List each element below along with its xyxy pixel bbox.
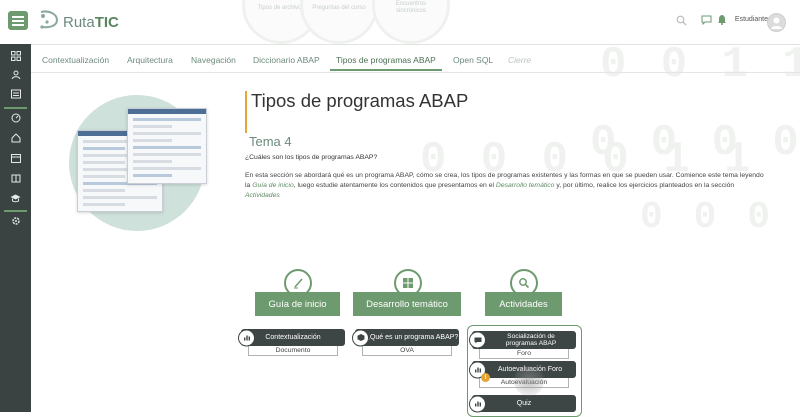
cube-icon — [352, 329, 369, 346]
magnifier-glyph — [519, 278, 530, 289]
calendar-icon — [10, 154, 21, 163]
active-tab-indicator — [330, 69, 442, 71]
intro-question: ¿Cuáles son los tipos de programas ABAP? — [245, 154, 378, 161]
link-desarrollo-tematico[interactable]: Desarrollo temático — [496, 182, 555, 189]
card-subtitle: Foro — [479, 349, 569, 359]
home-icon — [11, 133, 20, 143]
news-icon — [10, 89, 21, 99]
card-quiz[interactable]: Quiz — [469, 395, 576, 412]
tab-open-sql[interactable]: Open SQL — [453, 55, 493, 65]
sidebar-item-gauge[interactable] — [0, 108, 31, 128]
tab-diccionario-abap[interactable]: Diccionario ABAP — [253, 55, 320, 65]
top-bar: RutaTIC Tipos de archivos Preguntas del … — [0, 0, 800, 44]
card-title: Contextualización — [265, 333, 321, 341]
tab-contextualizacion[interactable]: Contextualización — [42, 55, 109, 65]
sidebar-item-graduation[interactable] — [0, 188, 31, 208]
ruta-tic-logo[interactable]: RutaTIC — [37, 8, 119, 34]
sidebar-item-settings[interactable] — [0, 211, 31, 231]
settings-icon — [11, 217, 20, 225]
ghost-nav-label-2: Preguntas del curso — [312, 5, 366, 11]
sidebar-item-home[interactable] — [0, 128, 31, 148]
gauge-icon — [11, 113, 20, 123]
page-title: Tipos de programas ABAP — [251, 90, 469, 111]
bell-icon[interactable] — [717, 14, 727, 25]
mouse-cursor-highlight — [514, 366, 544, 396]
intro-text-3: y, por último, realice los ejercicios pl… — [554, 182, 735, 189]
chat-icon[interactable] — [701, 15, 712, 25]
link-actividades[interactable]: Actividades — [245, 192, 280, 199]
sap-screenshot-front — [127, 108, 207, 184]
tab-arquitectura[interactable]: Arquitectura — [127, 55, 173, 65]
binary-background-row-4: 0 0 0 — [640, 196, 775, 239]
user-avatar[interactable] — [767, 13, 786, 32]
user-avatar-icon — [771, 17, 782, 29]
tab-cierre: Cierre — [508, 55, 532, 65]
ghost-nav-circle-3[interactable]: Encuentros sincrónicos — [372, 0, 450, 44]
card-subtitle: Documento — [248, 346, 338, 356]
sidebar-item-library[interactable] — [0, 168, 31, 188]
chart-icon — [238, 329, 255, 346]
sidebar-item-news[interactable] — [0, 84, 31, 104]
graduation-cap-icon — [10, 194, 21, 203]
dashboard-icon — [10, 51, 21, 61]
top-bar-divider — [31, 44, 800, 45]
intro-paragraph: En esta sección se abordará qué es un pr… — [245, 171, 765, 201]
tab-navegacion[interactable]: Navegación — [191, 55, 236, 65]
card-socializacion[interactable]: Socialización de programas ABAP Foro — [469, 331, 576, 359]
hamburger-menu-button[interactable] — [8, 11, 28, 30]
title-accent-bar — [245, 91, 247, 133]
actividades-button[interactable]: Actividades — [485, 292, 562, 316]
card-title: Quiz — [516, 399, 532, 407]
logo-text-suffix: TIC — [94, 14, 119, 31]
logo-text-prefix: Ruta — [63, 14, 95, 31]
sidebar-item-calendar[interactable] — [0, 148, 31, 168]
intro-text-2: , luego estudie atentamente los contenid… — [293, 182, 496, 189]
desarrollo-tematico-button[interactable]: Desarrollo temático — [353, 292, 461, 316]
sidebar — [0, 44, 31, 412]
ghost-nav-circle-2[interactable]: Preguntas del curso — [300, 0, 378, 44]
guia-de-inicio-button[interactable]: Guía de inicio — [255, 292, 340, 316]
chart-icon — [469, 395, 486, 412]
card-title: Socialización de programas ABAP — [505, 333, 557, 347]
page-subtitle: Tema 4 — [249, 134, 292, 149]
card-title: ¿Qué es un programa ABAP? — [365, 333, 459, 341]
library-icon — [11, 174, 20, 183]
card-subtitle: OVA — [362, 346, 452, 356]
puzzle-glyph — [403, 278, 413, 288]
user-name[interactable]: Estudiante — [735, 16, 768, 23]
link-guia-de-inicio[interactable]: Guía de inicio — [252, 182, 294, 189]
card-que-es-un-programa-abap[interactable]: ¿Qué es un programa ABAP? OVA — [352, 329, 459, 356]
users-icon — [11, 70, 20, 80]
ghost-nav-label-3: Encuentros sincrónicos — [395, 1, 427, 14]
speech-icon — [469, 331, 486, 349]
search-icon[interactable] — [676, 15, 687, 26]
card-contextualizacion[interactable]: Contextualización Documento — [238, 329, 345, 356]
pencil-glyph — [294, 278, 303, 289]
logo-mark-icon — [40, 10, 59, 29]
topic-tabs: Contextualización Arquitectura Navegació… — [31, 52, 800, 73]
tab-tipos-de-programas-abap[interactable]: Tipos de programas ABAP — [336, 55, 436, 65]
sidebar-item-users[interactable] — [0, 65, 31, 85]
sidebar-item-dashboard[interactable] — [0, 46, 31, 66]
warning-badge-icon: ! — [481, 373, 490, 382]
